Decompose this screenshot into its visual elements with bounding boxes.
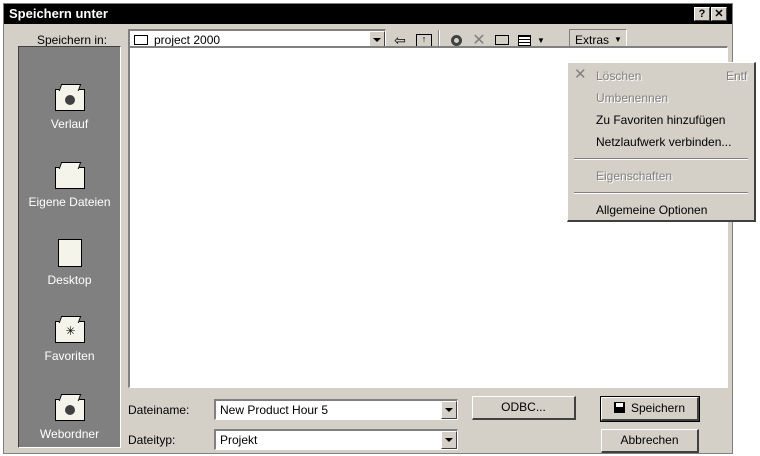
save-button[interactable]: Speichern: [600, 396, 700, 422]
menu-item-delete-shortcut: Entf: [726, 69, 748, 83]
filename-dropdown-button[interactable]: [441, 401, 457, 419]
extras-label: Extras: [575, 33, 610, 47]
filetype-label: Dateityp:: [128, 433, 176, 447]
menu-separator: [574, 192, 748, 194]
place-history[interactable]: Verlauf: [19, 81, 120, 131]
title-bar[interactable]: Speichern unter ? ✕: [4, 4, 732, 24]
place-desktop[interactable]: Desktop: [19, 237, 120, 287]
my-documents-folder-icon: [53, 159, 87, 191]
window-title: Speichern unter: [9, 6, 108, 21]
place-label: Webordner: [39, 427, 100, 441]
cancel-button[interactable]: Abbrechen: [601, 429, 699, 453]
place-my-documents[interactable]: Eigene Dateien: [19, 159, 120, 209]
location-label: Speichern in:: [37, 33, 108, 47]
place-web-folders[interactable]: Webordner: [19, 391, 120, 441]
save-label: Speichern: [630, 401, 686, 415]
places-bar: Verlauf Eigene Dateien Desktop ✳ Favorit…: [18, 46, 121, 448]
history-folder-icon: [53, 81, 87, 113]
filename-value: New Product Hour 5: [220, 403, 329, 417]
web-folders-icon: [53, 391, 87, 423]
filetype-dropdown-button[interactable]: [441, 431, 457, 449]
filename-label: Dateiname:: [128, 403, 190, 417]
help-button[interactable]: ?: [694, 7, 710, 21]
odbc-label: ODBC...: [501, 400, 546, 414]
folder-icon: [134, 35, 148, 45]
menu-item-add-favorites[interactable]: Zu Favoriten hinzufügen: [596, 113, 725, 127]
close-button[interactable]: ✕: [711, 7, 727, 21]
favorites-folder-icon: ✳: [53, 313, 87, 345]
place-label: Eigene Dateien: [28, 195, 111, 209]
menu-item-delete[interactable]: Löschen: [596, 69, 641, 83]
place-label: Verlauf: [50, 117, 89, 131]
place-label: Favoriten: [44, 349, 95, 363]
place-favorites[interactable]: ✳ Favoriten: [19, 313, 120, 363]
menu-item-properties[interactable]: Eigenschaften: [596, 169, 672, 183]
extras-dropdown-icon: ▼: [614, 35, 622, 44]
delete-menu-icon: ✕: [574, 66, 587, 83]
menu-item-rename[interactable]: Umbenennen: [596, 91, 668, 105]
menu-item-general-options[interactable]: Allgemeine Optionen: [596, 203, 707, 217]
menu-separator: [574, 158, 748, 160]
cancel-label: Abbrechen: [620, 433, 679, 447]
desktop-icon: [53, 237, 87, 269]
menu-item-map-network-drive[interactable]: Netzlaufwerk verbinden...: [596, 135, 731, 149]
odbc-button[interactable]: ODBC...: [472, 396, 576, 420]
filetype-combo[interactable]: Projekt: [214, 429, 458, 450]
filetype-value: Projekt: [220, 433, 258, 447]
place-label: Desktop: [47, 273, 92, 287]
extras-menu: ✕ Löschen Entf Umbenennen Zu Favoriten h…: [567, 62, 756, 222]
location-value: project 2000: [154, 33, 221, 47]
save-icon: [613, 402, 625, 413]
filename-combo[interactable]: New Product Hour 5: [214, 399, 458, 420]
